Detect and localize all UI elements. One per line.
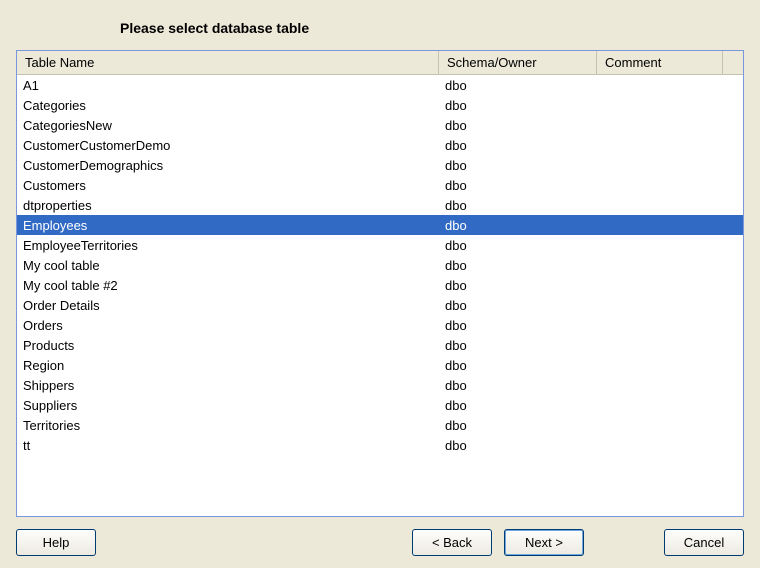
cell-schema: dbo (439, 377, 597, 394)
table-row[interactable]: Territoriesdbo (17, 415, 743, 435)
dialog-title: Please select database table (120, 20, 752, 36)
cell-schema: dbo (439, 297, 597, 314)
cell-table-name: CategoriesNew (17, 117, 439, 134)
cell-table-name: Suppliers (17, 397, 439, 414)
cell-table-name: Orders (17, 317, 439, 334)
cell-comment (597, 164, 743, 166)
cell-comment (597, 84, 743, 86)
table-row[interactable]: CategoriesNewdbo (17, 115, 743, 135)
cell-comment (597, 424, 743, 426)
cell-schema: dbo (439, 397, 597, 414)
cell-comment (597, 284, 743, 286)
table-row[interactable]: Suppliersdbo (17, 395, 743, 415)
table-row[interactable]: A1dbo (17, 75, 743, 95)
table-row[interactable]: Ordersdbo (17, 315, 743, 335)
cell-schema: dbo (439, 357, 597, 374)
cell-schema: dbo (439, 317, 597, 334)
table-row[interactable]: CustomerCustomerDemodbo (17, 135, 743, 155)
table-body: A1dboCategoriesdboCategoriesNewdboCustom… (17, 75, 743, 455)
table-row[interactable]: Shippersdbo (17, 375, 743, 395)
table-container: Table Name Schema/Owner Comment A1dboCat… (16, 50, 744, 517)
cell-comment (597, 404, 743, 406)
cell-schema: dbo (439, 217, 597, 234)
cell-table-name: CustomerCustomerDemo (17, 137, 439, 154)
cell-comment (597, 324, 743, 326)
button-bar: Help < Back Next > Cancel (8, 517, 752, 560)
cell-comment (597, 104, 743, 106)
cell-comment (597, 364, 743, 366)
cell-table-name: Employees (17, 217, 439, 234)
next-button[interactable]: Next > (504, 529, 584, 556)
column-header-comment[interactable]: Comment (597, 51, 723, 74)
cell-comment (597, 264, 743, 266)
table-row[interactable]: Regiondbo (17, 355, 743, 375)
cell-schema: dbo (439, 237, 597, 254)
cell-schema: dbo (439, 137, 597, 154)
column-header-schema[interactable]: Schema/Owner (439, 51, 597, 74)
cell-schema: dbo (439, 197, 597, 214)
cell-table-name: A1 (17, 77, 439, 94)
cell-table-name: Categories (17, 97, 439, 114)
cell-schema: dbo (439, 437, 597, 454)
help-button[interactable]: Help (16, 529, 96, 556)
cell-comment (597, 144, 743, 146)
cell-schema: dbo (439, 417, 597, 434)
cell-schema: dbo (439, 257, 597, 274)
table-header: Table Name Schema/Owner Comment (17, 51, 743, 75)
cell-table-name: Customers (17, 177, 439, 194)
table-row[interactable]: Order Detailsdbo (17, 295, 743, 315)
cell-schema: dbo (439, 157, 597, 174)
dialog: Please select database table Table Name … (0, 0, 760, 568)
column-header-name[interactable]: Table Name (17, 51, 439, 74)
cell-table-name: tt (17, 437, 439, 454)
back-button[interactable]: < Back (412, 529, 492, 556)
cell-comment (597, 444, 743, 446)
cell-schema: dbo (439, 117, 597, 134)
cell-comment (597, 204, 743, 206)
cell-comment (597, 384, 743, 386)
cell-comment (597, 224, 743, 226)
table-row[interactable]: My cool tabledbo (17, 255, 743, 275)
cell-table-name: CustomerDemographics (17, 157, 439, 174)
cell-comment (597, 124, 743, 126)
table-row[interactable]: Employeesdbo (17, 215, 743, 235)
cell-table-name: Products (17, 337, 439, 354)
cell-comment (597, 184, 743, 186)
cell-comment (597, 344, 743, 346)
table-row[interactable]: My cool table #2dbo (17, 275, 743, 295)
cell-table-name: My cool table (17, 257, 439, 274)
table-row[interactable]: Categoriesdbo (17, 95, 743, 115)
cell-table-name: Territories (17, 417, 439, 434)
cell-table-name: My cool table #2 (17, 277, 439, 294)
table-row[interactable]: Productsdbo (17, 335, 743, 355)
cell-table-name: Region (17, 357, 439, 374)
cancel-button[interactable]: Cancel (664, 529, 744, 556)
cell-schema: dbo (439, 97, 597, 114)
table-row[interactable]: Customersdbo (17, 175, 743, 195)
column-header-end (723, 51, 743, 74)
table-row[interactable]: dtpropertiesdbo (17, 195, 743, 215)
table-row[interactable]: EmployeeTerritoriesdbo (17, 235, 743, 255)
cell-table-name: Order Details (17, 297, 439, 314)
cell-schema: dbo (439, 337, 597, 354)
cell-table-name: dtproperties (17, 197, 439, 214)
cell-comment (597, 304, 743, 306)
cell-table-name: Shippers (17, 377, 439, 394)
cell-schema: dbo (439, 277, 597, 294)
cell-comment (597, 244, 743, 246)
cell-schema: dbo (439, 177, 597, 194)
cell-schema: dbo (439, 77, 597, 94)
cell-table-name: EmployeeTerritories (17, 237, 439, 254)
table-row[interactable]: ttdbo (17, 435, 743, 455)
table-row[interactable]: CustomerDemographicsdbo (17, 155, 743, 175)
